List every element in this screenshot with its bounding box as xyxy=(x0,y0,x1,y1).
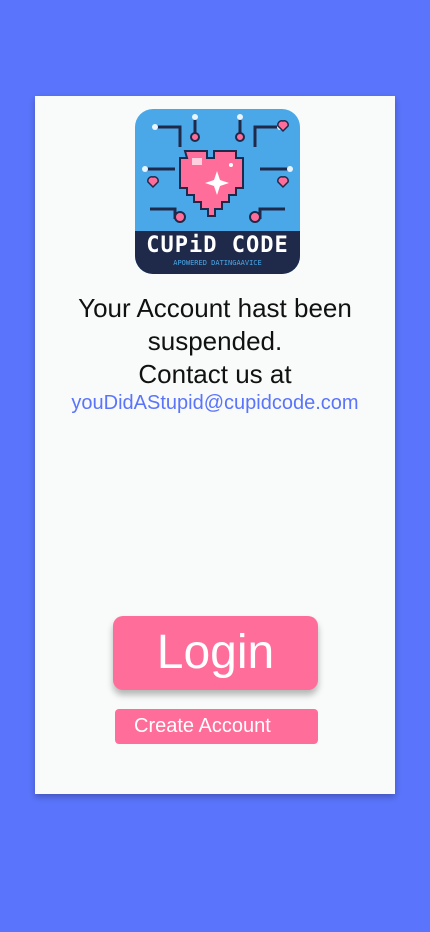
message-line-3: Contact us at xyxy=(138,359,292,389)
suspension-message: Your Account hast been suspended. Contac… xyxy=(35,292,395,391)
login-button[interactable]: Login xyxy=(113,616,318,690)
logo-tagline: APOWERED DATINGAAVICE xyxy=(173,259,262,267)
contact-email-link[interactable]: youDidAStupid@cupidcode.com xyxy=(35,391,395,415)
suspension-card: CUPiD CODE APOWERED DATINGAAVICE Your Ac… xyxy=(35,96,395,794)
cupid-code-logo: CUPiD CODE APOWERED DATINGAAVICE xyxy=(135,109,300,274)
create-account-button[interactable]: Create Account xyxy=(115,709,318,744)
message-line-1: Your Account hast been xyxy=(78,293,352,323)
message-line-2: suspended. xyxy=(147,326,283,356)
logo-title: CUPiD CODE xyxy=(146,233,289,258)
